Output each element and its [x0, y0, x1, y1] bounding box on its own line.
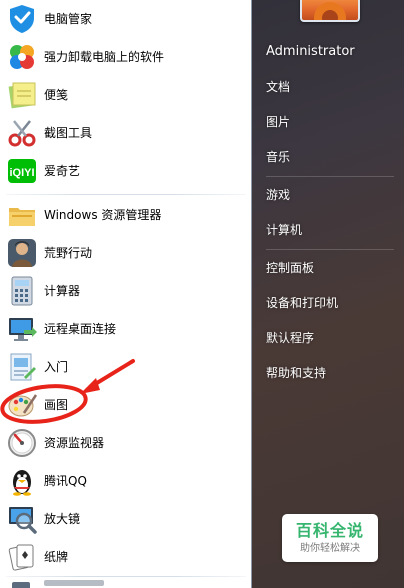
remote-desktop-icon: [6, 313, 38, 345]
svg-text:iQIYI: iQIYI: [9, 167, 34, 179]
program-item-label: 腾讯QQ: [44, 474, 87, 488]
program-item-label: 电脑管家: [44, 12, 93, 26]
start-menu: 电脑管家 强力卸载电脑上的软件 便笺 截图工具 iQIYI 爱奇艺 Window…: [0, 0, 404, 588]
program-item-label: 强力卸载电脑上的软件: [44, 50, 165, 64]
getting-started-icon: [6, 351, 38, 383]
watermark-badge: 百科全说 助你轻松解决: [282, 514, 378, 562]
program-item-windows-explorer[interactable]: Windows 资源管理器: [0, 196, 248, 234]
devices-printers-link[interactable]: 设备和打印机: [266, 291, 398, 315]
program-item-sticky-notes[interactable]: 便笺: [0, 76, 248, 114]
program-item-label: 便笺: [44, 88, 69, 102]
control-panel-link[interactable]: 控制面板: [266, 256, 398, 280]
games-link[interactable]: 游戏: [266, 183, 398, 207]
all-programs-row[interactable]: [0, 576, 248, 588]
program-item-knives-out[interactable]: 荒野行动: [0, 234, 248, 272]
places-separator: [266, 249, 394, 250]
program-item-label: 爱奇艺: [44, 164, 81, 178]
program-item-iqiyi[interactable]: iQIYI 爱奇艺: [0, 152, 248, 190]
pinned-separator: [6, 194, 246, 195]
program-item-tencent-qq[interactable]: 腾讯QQ: [0, 462, 248, 500]
program-item-magnifier[interactable]: 放大镜: [0, 500, 248, 538]
calculator-icon: [6, 275, 38, 307]
program-item-calculator[interactable]: 计算器: [0, 272, 248, 310]
watermark-subtitle: 助你轻松解决: [300, 543, 360, 554]
help-support-link[interactable]: 帮助和支持: [266, 361, 398, 385]
program-item-resource-monitor[interactable]: 资源监视器: [0, 424, 248, 462]
music-link[interactable]: 音乐: [266, 145, 398, 169]
program-item-label: 截图工具: [44, 126, 93, 140]
arrow-icon: [12, 582, 30, 588]
magnifier-icon: [6, 503, 38, 535]
program-item-uninstaller[interactable]: 强力卸载电脑上的软件: [0, 38, 248, 76]
program-item-label: 纸牌: [44, 550, 69, 564]
program-item-computer-manager[interactable]: 电脑管家: [0, 0, 248, 38]
program-item-paint[interactable]: 画图: [0, 386, 248, 424]
clover-icon: [6, 41, 38, 73]
gauge-icon: [6, 427, 38, 459]
sticky-note-icon: [6, 79, 38, 111]
pictures-link[interactable]: 图片: [266, 110, 398, 134]
program-item-snipping-tool[interactable]: 截图工具: [0, 114, 248, 152]
cards-icon: [6, 541, 38, 573]
program-list-pane: 电脑管家 强力卸载电脑上的软件 便笺 截图工具 iQIYI 爱奇艺 Window…: [0, 0, 252, 588]
program-item-label: 远程桌面连接: [44, 322, 117, 336]
paint-palette-icon: [6, 389, 38, 421]
watermark-title: 百科全说: [295, 521, 364, 540]
all-programs-label-cutoff: [44, 580, 104, 586]
program-item-label: 入门: [44, 360, 69, 374]
iqiyi-icon: iQIYI: [6, 155, 38, 187]
program-item-label: 资源监视器: [44, 436, 105, 450]
computer-link[interactable]: 计算机: [266, 218, 398, 242]
default-programs-link[interactable]: 默认程序: [266, 326, 398, 350]
program-item-solitaire[interactable]: 纸牌: [0, 538, 248, 576]
places-separator: [266, 176, 394, 177]
program-item-label: 计算器: [44, 284, 81, 298]
game-character-icon: [6, 237, 38, 269]
folder-icon: [6, 199, 38, 231]
documents-link[interactable]: 文档: [266, 75, 398, 99]
places-pane: Administrator 文档 图片 音乐 游戏 计算机 控制面板 设备和打印…: [252, 0, 404, 588]
user-avatar[interactable]: [300, 0, 360, 22]
program-item-label: Windows 资源管理器: [44, 208, 162, 222]
shield-icon: [6, 3, 38, 35]
qq-penguin-icon: [6, 465, 38, 497]
user-name-link[interactable]: Administrator: [266, 40, 398, 64]
program-item-label: 放大镜: [44, 512, 81, 526]
program-item-label: 荒野行动: [44, 246, 93, 260]
program-item-label: 画图: [44, 398, 69, 412]
scissors-icon: [6, 117, 38, 149]
program-item-getting-started[interactable]: 入门: [0, 348, 248, 386]
program-item-remote-desktop[interactable]: 远程桌面连接: [0, 310, 248, 348]
